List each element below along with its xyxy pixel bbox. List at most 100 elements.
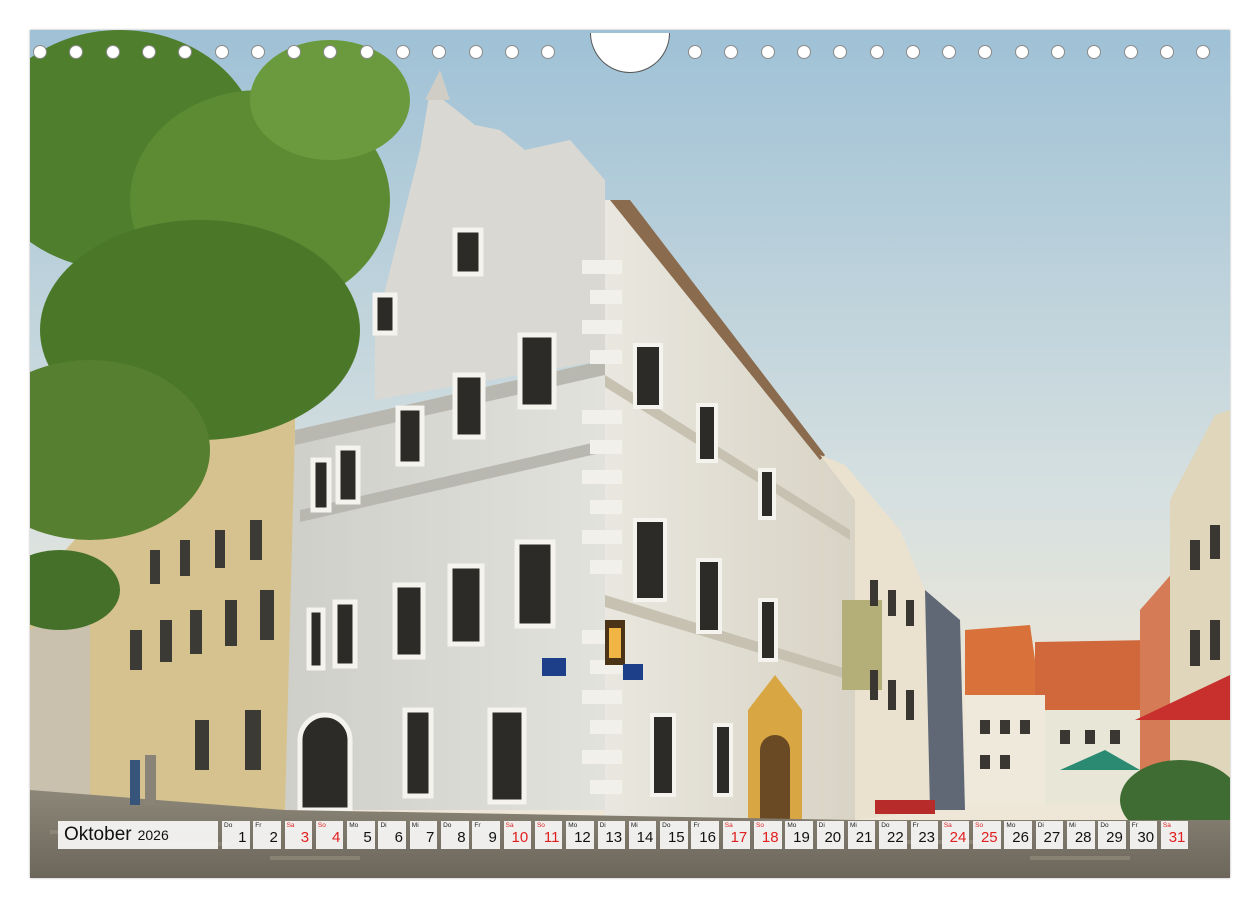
binding-hole [250,45,265,59]
day-cell: So 25 [973,821,1001,849]
day-number: 19 [793,829,810,846]
binding-hole [359,45,374,59]
weekday-label: Mi [411,822,419,829]
day-number: 23 [918,829,936,846]
binding-hole [760,45,775,59]
day-number: 13 [605,829,623,846]
binding-hole [178,45,193,59]
day-number: 7 [425,829,435,846]
month-name: Oktober [64,824,132,845]
day-number: 30 [1137,829,1155,846]
month-label-box: Oktober 2026 [58,821,218,849]
weekday-label: Sa [943,822,952,829]
day-number: 11 [543,829,560,846]
day-number: 21 [855,829,873,846]
weekday-label: Mo [1006,822,1016,829]
day-cell: Di 13 [597,821,626,849]
day-cell: Mo 5 [347,821,375,849]
day-number: 29 [1106,829,1123,846]
day-cell: Fr 9 [472,821,500,849]
binding-hole [833,45,848,59]
weekday-label: So [317,822,326,829]
weekday-label: Fr [474,822,481,829]
weekday-label: Do [1100,822,1109,829]
day-cell: So 4 [315,821,344,849]
day-number: 27 [1043,829,1061,846]
day-number: 25 [980,829,998,846]
binding-hole [141,45,156,59]
day-cell: So 11 [534,821,563,849]
day-cell: Di 27 [1035,821,1064,849]
day-number: 2 [269,829,278,846]
day-cell: Mi 14 [628,821,657,849]
weekday-label: Mo [349,822,359,829]
day-number: 6 [394,829,403,846]
day-number: 10 [511,829,529,846]
weekday-label: Fr [1131,822,1138,829]
weekday-label: Fr [693,822,700,829]
weekday-label: Do [224,822,233,829]
binding-hole [323,45,338,59]
day-number: 15 [667,829,685,846]
day-cell: Fr 2 [253,821,281,849]
day-number: 3 [300,829,310,846]
weekday-label: Fr [255,822,262,829]
day-cell: Fr 23 [910,821,939,849]
weekday-label: Mo [787,822,797,829]
weekday-label: So [756,822,764,829]
day-cell: Do 8 [441,821,469,849]
day-number: 31 [1168,829,1186,846]
day-number: 22 [887,829,904,846]
weekday-label: Di [818,822,825,829]
binding-hole [942,45,957,59]
binding-hole [541,45,556,59]
binding-hole [214,45,229,59]
day-cell: Mi 7 [409,821,438,849]
day-number: 26 [1012,829,1029,846]
day-number: 4 [332,829,341,846]
weekday-label: Mi [630,822,638,829]
day-cell: Do 15 [660,821,688,849]
day-cell: Sa 31 [1160,821,1189,849]
day-cell: Do 29 [1098,821,1126,849]
binding-hole [468,45,483,59]
day-number: 16 [699,829,716,846]
day-cell: So 18 [754,821,782,849]
binding-hole [504,45,519,59]
day-cell: Sa 10 [503,821,532,849]
weekday-label: Sa [286,822,295,829]
binding-hole [905,45,920,59]
day-cell: Do 1 [222,821,250,849]
day-number: 14 [636,829,654,846]
day-cell: Sa 17 [722,821,751,849]
weekday-label: Mi [849,822,857,829]
weekday-label: Mi [1069,822,1076,829]
day-number: 20 [824,829,842,846]
weekday-label: Do [443,822,452,829]
day-cell: Fr 16 [691,821,719,849]
day-cell: Mo 12 [566,821,594,849]
weekday-label: Do [662,822,671,829]
weekday-label: Mo [568,822,578,829]
binding-hole [1196,45,1211,59]
weekday-label: Sa [724,822,733,829]
binding-hole [688,45,702,59]
day-number: 24 [949,829,967,846]
weekday-label: Di [380,822,387,829]
binding-hole [796,45,811,59]
day-number: 8 [457,829,466,846]
weekday-label: Di [1037,822,1044,829]
binding-hole [69,45,84,59]
day-number: 9 [488,829,497,846]
day-number: 1 [238,829,247,846]
weekday-label: Sa [1162,822,1171,829]
town-square-photo [30,30,1230,878]
year: 2026 [137,827,169,843]
day-cell: Fr 30 [1129,821,1158,849]
day-cell: Mi 21 [847,821,876,849]
weekday-label: Sa [505,822,514,829]
calendar-page [30,30,1230,878]
binding-hole [1087,45,1102,59]
day-cell: Mi 28 [1067,821,1095,849]
binding-hole [33,45,47,59]
